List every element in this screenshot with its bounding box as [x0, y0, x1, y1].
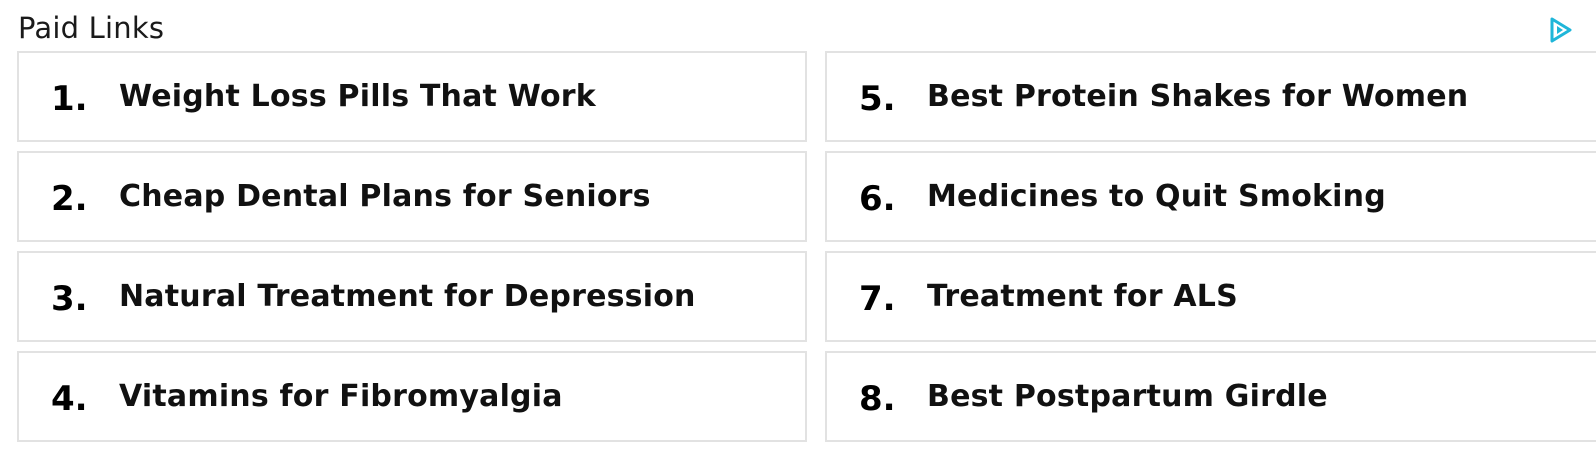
link-number: 6. [859, 178, 896, 219]
paid-link-3[interactable]: 3. Natural Treatment for Depression [17, 251, 807, 342]
paid-links-title: Paid Links [18, 11, 165, 45]
link-text: Natural Treatment for Depression [119, 279, 696, 314]
paid-link-2[interactable]: 2. Cheap Dental Plans for Seniors [17, 151, 807, 242]
paid-link-1[interactable]: 1. Weight Loss Pills That Work [17, 51, 807, 142]
link-text: Medicines to Quit Smoking [927, 179, 1386, 214]
paid-link-5[interactable]: 5. Best Protein Shakes for Women [825, 51, 1596, 142]
link-text: Best Protein Shakes for Women [927, 79, 1469, 114]
paid-link-4[interactable]: 4. Vitamins for Fibromyalgia [17, 351, 807, 442]
link-number: 3. [51, 278, 88, 319]
adchoices-triangle-icon [1550, 17, 1572, 43]
link-text: Treatment for ALS [927, 279, 1238, 314]
link-number: 7. [859, 278, 896, 319]
link-text: Vitamins for Fibromyalgia [119, 379, 563, 414]
link-text: Weight Loss Pills That Work [119, 79, 596, 114]
link-number: 2. [51, 178, 88, 219]
paid-links-grid: 1. Weight Loss Pills That Work 2. Cheap … [17, 51, 1596, 442]
link-text: Cheap Dental Plans for Seniors [119, 179, 651, 214]
paid-link-6[interactable]: 6. Medicines to Quit Smoking [825, 151, 1596, 242]
link-number: 4. [51, 378, 88, 419]
link-number: 5. [859, 78, 896, 119]
paid-link-8[interactable]: 8. Best Postpartum Girdle [825, 351, 1596, 442]
link-number: 1. [51, 78, 88, 119]
paid-link-7[interactable]: 7. Treatment for ALS [825, 251, 1596, 342]
adchoices-icon[interactable] [1547, 16, 1575, 44]
link-number: 8. [859, 378, 896, 419]
link-text: Best Postpartum Girdle [927, 379, 1328, 414]
